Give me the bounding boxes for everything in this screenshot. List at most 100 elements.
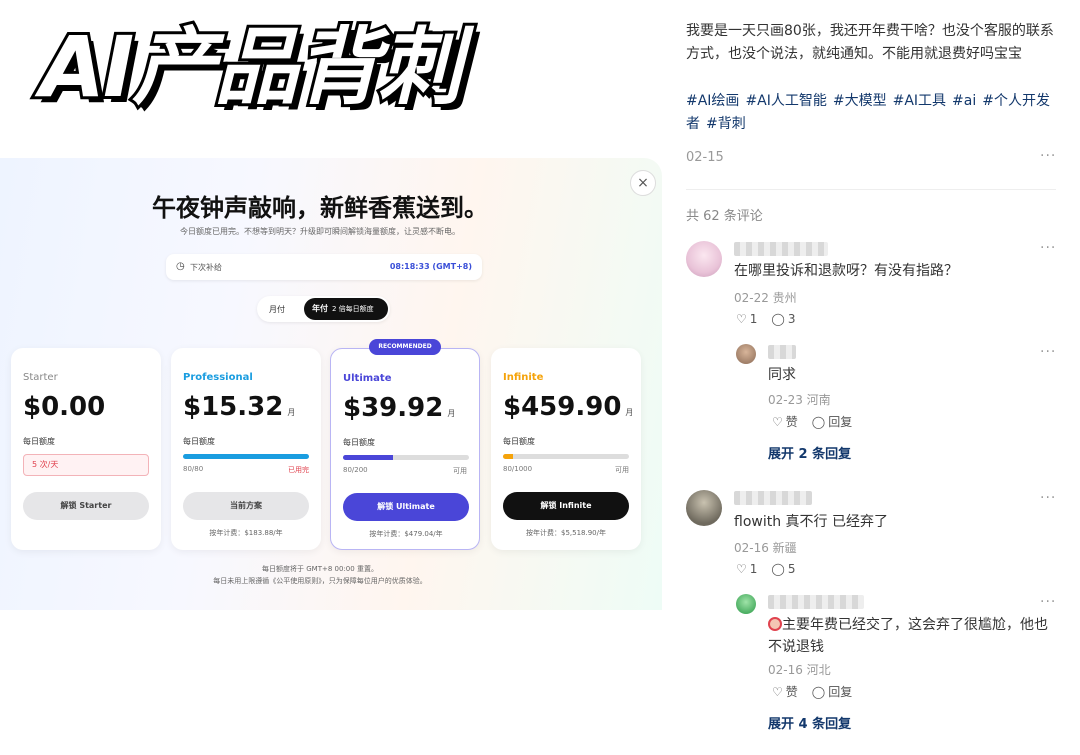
quota-label: 每日额度 xyxy=(183,437,215,446)
quota-status: 可用 xyxy=(453,467,467,475)
comment-actions: ♡ 1 ◯ 5 xyxy=(736,562,795,576)
reply-actions: ♡ 赞 ◯ 回复 xyxy=(772,413,852,430)
tag-link[interactable]: #大模型 xyxy=(833,93,887,109)
avatar[interactable] xyxy=(686,241,722,277)
username-blurred[interactable] xyxy=(734,491,812,505)
daily-limit-box: 5 次/天 xyxy=(23,454,149,476)
quota-status: 可用 xyxy=(615,466,629,474)
more-icon[interactable]: ··· xyxy=(1040,594,1056,610)
reply-label: 回复 xyxy=(828,685,853,699)
comment-meta: 02-16 新疆 xyxy=(734,541,797,555)
reply-icon: ◯ xyxy=(771,562,785,576)
comment-text: flowith 真不行 已经弃了 xyxy=(734,514,888,530)
reply-meta: 02-23 河南 xyxy=(768,393,831,407)
more-icon[interactable]: ··· xyxy=(1040,240,1056,256)
quota-count: 80/200 xyxy=(343,466,368,474)
price-unit: 月 xyxy=(625,408,634,417)
like-button[interactable]: ♡ 赞 xyxy=(772,413,798,430)
post-tags: #AI绘画 #AI人工智能 #大模型 #AI工具 #ai #个人开发者 #背刺 xyxy=(686,90,1062,136)
toggle-annual[interactable]: 年付 2 倍每日额度 xyxy=(304,298,388,320)
heart-icon: ♡ xyxy=(772,684,783,699)
like-label: 赞 xyxy=(785,685,798,699)
post-text: 我要是一天只画80张，我还开年费干啥？也没个客服的联系方式，也没个说法，就纯通知… xyxy=(686,23,1054,62)
reply-count: 3 xyxy=(787,312,796,326)
reply-count: 5 xyxy=(787,562,796,576)
countdown-bar: ◷ 下次补给 08:18:33 (GMT+8) xyxy=(166,254,482,280)
quota-label: 每日额度 xyxy=(503,437,535,446)
unlock-infinite-button[interactable]: 解锁 Infinite xyxy=(503,492,629,520)
clock-icon: ◷ xyxy=(176,261,185,272)
billing-toggle[interactable]: 月付 年付 2 倍每日额度 xyxy=(257,296,390,322)
plan-name: Professional xyxy=(183,372,253,383)
plan-price: $459.90 月 xyxy=(503,392,633,422)
more-icon[interactable]: ··· xyxy=(1040,490,1056,506)
avatar[interactable] xyxy=(736,594,756,614)
plan-name: Ultimate xyxy=(343,373,392,384)
plan-price: $39.92 月 xyxy=(343,393,455,423)
comment-panel: 我要是一天只画80张，我还开年费干啥？也没个客服的联系方式，也没个说法，就纯通知… xyxy=(662,0,1080,755)
post-image[interactable]: AI产品背刺 × 午夜钟声敲响，新鲜香蕉送到。 今日额度已用完。不想等到明天？升… xyxy=(0,0,662,755)
tag-link[interactable]: #AI人工智能 xyxy=(745,93,826,109)
tag-link[interactable]: #AI工具 xyxy=(893,93,946,109)
username-blurred[interactable] xyxy=(768,345,796,359)
more-icon[interactable]: ··· xyxy=(1040,344,1056,360)
reply-button[interactable]: ◯ 3 xyxy=(771,312,795,326)
quota-count: 80/1000 xyxy=(503,465,533,473)
heart-icon: ♡ xyxy=(736,312,747,326)
reply-button[interactable]: ◯ 5 xyxy=(771,562,795,576)
unlock-starter-button[interactable]: 解锁 Starter xyxy=(23,492,149,520)
quota-label: 每日额度 xyxy=(343,438,375,447)
reply-button[interactable]: ◯ 回复 xyxy=(812,413,852,430)
price-amount: $15.32 xyxy=(183,392,284,422)
recommended-badge: RECOMMENDED xyxy=(369,339,441,355)
plan-name: Starter xyxy=(23,372,58,383)
comment-actions: ♡ 1 ◯ 3 xyxy=(736,312,795,326)
like-button[interactable]: ♡ 1 xyxy=(736,312,757,326)
expand-replies-link[interactable]: 展开 2 条回复 xyxy=(768,443,851,462)
like-label: 赞 xyxy=(785,415,798,429)
annual-price: 按年计费：$183.88/年 xyxy=(209,529,283,537)
plan-card-professional: Professional $15.32 月 每日额度 80/80 已用完 当前方案… xyxy=(171,348,321,550)
toggle-annual-label: 年付 xyxy=(312,304,328,313)
clown-emoji-icon xyxy=(768,617,782,631)
avatar[interactable] xyxy=(686,490,722,526)
toggle-annual-note: 2 倍每日额度 xyxy=(332,305,374,313)
avatar[interactable] xyxy=(736,344,756,364)
annual-price: 按年计费：$479.04/年 xyxy=(369,530,443,538)
like-button[interactable]: ♡ 赞 xyxy=(772,683,798,700)
username-blurred[interactable] xyxy=(734,242,828,256)
username-blurred[interactable] xyxy=(768,595,864,609)
like-count: 1 xyxy=(749,312,758,326)
toggle-monthly[interactable]: 月付 xyxy=(269,304,285,315)
reply-button[interactable]: ◯ 回复 xyxy=(812,683,852,700)
comment-count: 共 62 条评论 xyxy=(686,209,763,224)
quota-bar-fill xyxy=(343,455,394,460)
tag-link[interactable]: #背刺 xyxy=(706,116,746,132)
quota-bar xyxy=(183,454,309,459)
plan-card-ultimate: RECOMMENDED Ultimate $39.92 月 每日额度 80/200… xyxy=(330,339,480,550)
reply-text: 同求 xyxy=(768,367,796,383)
unlock-ultimate-button[interactable]: 解锁 Ultimate xyxy=(343,493,469,521)
fair-use-note: 每日未用上限遵循《公平使用原则》，只为保障每位用户的优质体验。 xyxy=(213,577,427,585)
pricing-modal: × 午夜钟声敲响，新鲜香蕉送到。 今日额度已用完。不想等到明天？升级即可瞬间解锁… xyxy=(0,158,662,610)
tag-link[interactable]: #ai xyxy=(952,93,976,109)
reply-meta: 02-16 河北 xyxy=(768,663,831,677)
tag-link[interactable]: #AI绘画 xyxy=(686,93,739,109)
plan-price: $0.00 xyxy=(23,392,106,422)
annual-price: 按年计费：$5,518.90/年 xyxy=(526,529,606,537)
countdown-label: 下次补给 xyxy=(190,263,222,272)
current-plan-button[interactable]: 当前方案 xyxy=(183,492,309,520)
quota-count: 80/80 xyxy=(183,465,204,473)
more-icon[interactable]: ··· xyxy=(1040,148,1056,164)
quota-status: 已用完 xyxy=(288,466,309,474)
banner: AI产品背刺 xyxy=(37,0,660,120)
divider xyxy=(686,189,1056,190)
reply-actions: ♡ 赞 ◯ 回复 xyxy=(772,683,852,700)
like-count: 1 xyxy=(749,562,758,576)
reset-note: 每日额度将于 GMT+8 00:00 重置。 xyxy=(262,565,378,573)
plan-name: Infinite xyxy=(503,372,544,383)
quota-label: 每日额度 xyxy=(23,437,55,446)
modal-subtitle: 今日额度已用完。不想等到明天？升级即可瞬间解锁海量额度，让灵感不断电。 xyxy=(180,227,460,236)
like-button[interactable]: ♡ 1 xyxy=(736,562,757,576)
expand-replies-link[interactable]: 展开 4 条回复 xyxy=(768,713,851,732)
